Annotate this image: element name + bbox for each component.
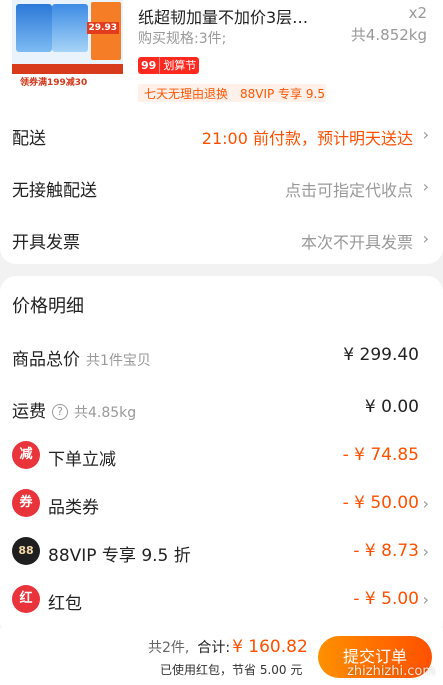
- thumb-ribbon: [12, 64, 123, 74]
- redpacket-label: 红包: [48, 594, 82, 614]
- contactless-label: 无接触配送: [12, 181, 97, 201]
- total-amount: ¥ 299.40: [343, 345, 419, 365]
- chevron-right-icon: ›: [422, 542, 429, 561]
- coupon-label: 品类券: [48, 498, 99, 518]
- chevron-right-icon: ›: [422, 494, 429, 513]
- product-spec: 购买规格:3件;: [138, 31, 227, 47]
- order-summary-card: 29.93 领券满199减30 纸超韧加量不加价3层… x2 购买规格:3件; …: [0, 0, 443, 264]
- total-label: 合计:: [197, 640, 231, 656]
- invoice-label: 开具发票: [12, 233, 80, 253]
- chevron-right-icon: ›: [422, 125, 429, 144]
- vip-88-icon: 88: [12, 537, 40, 565]
- tag-return: 七天无理由退换: [144, 86, 229, 101]
- invoice-value: 本次不开具发票: [300, 233, 413, 252]
- chevron-right-icon: ›: [422, 229, 429, 248]
- product-title[interactable]: 纸超韧加量不加价3层…: [138, 4, 308, 28]
- promo-badge: 99 划算节: [138, 57, 200, 74]
- delivery-row[interactable]: 配送 21:00 前付款，预计明天送达 ›: [0, 116, 443, 156]
- coupon-amount: - ¥ 50.00: [342, 493, 419, 513]
- product-quantity: x2: [408, 4, 427, 22]
- total-amount: ¥ 160.82: [232, 637, 308, 657]
- total-label: 商品总价 共1件宝贝: [12, 350, 151, 370]
- contactless-value: 点击可指定代收点: [284, 181, 413, 200]
- invoice-row[interactable]: 开具发票 本次不开具发票 ›: [0, 220, 443, 260]
- checkout-bar: 共2件, 合计: ¥ 160.82 已使用红包，节省 5.00 元 提交订单 zhi…: [0, 628, 443, 685]
- tag-vip: 88VIP 专享 9.5 折: [240, 86, 326, 101]
- delivery-label: 配送: [12, 129, 46, 149]
- contactless-row[interactable]: 无接触配送 点击可指定代收点 ›: [0, 168, 443, 208]
- coupon-row[interactable]: 券 品类券 - ¥ 50.00 ›: [0, 486, 443, 522]
- thumb-coupon-banner: 领券满199减30: [12, 74, 123, 92]
- delivery-value: 21:00 前付款，预计明天送达: [201, 129, 413, 148]
- redpacket-icon: 红: [12, 585, 40, 613]
- badge-festival: 划算节: [159, 57, 200, 74]
- product-pack-image: [16, 4, 52, 52]
- discount-icon: 减: [12, 441, 40, 469]
- item-count: 共2件,: [148, 640, 190, 656]
- total-row: 商品总价 共1件宝贝 ¥ 299.40: [0, 338, 443, 374]
- saved-note: 已使用红包，节省 5.00 元: [160, 663, 303, 677]
- service-tags: 七天无理由退换 88VIP 专享 9.5 折: [138, 84, 326, 102]
- product-thumbnail[interactable]: 29.93 领券满199减30: [12, 0, 123, 92]
- section-title: 价格明细: [12, 296, 84, 317]
- discount-label: 下单立减: [48, 450, 116, 470]
- chevron-right-icon: ›: [422, 590, 429, 609]
- freight-sub: 共4.85kg: [74, 405, 137, 421]
- freight-amount: ¥ 0.00: [364, 397, 419, 417]
- vip-label: 88VIP 专享 9.5 折: [48, 546, 191, 566]
- coupon-icon: 券: [12, 489, 40, 517]
- discount-amount: - ¥ 74.85: [342, 445, 419, 465]
- badge-99: 99: [138, 57, 160, 74]
- redpacket-amount: - ¥ 5.00: [353, 589, 419, 609]
- product-pack-image: [52, 4, 88, 52]
- discount-row: 减 下单立减 - ¥ 74.85: [0, 438, 443, 474]
- help-icon[interactable]: ?: [52, 404, 68, 420]
- freight-row: 运费? 共4.85kg ¥ 0.00: [0, 390, 443, 426]
- checkout-summary: 共2件, 合计: ¥ 160.82: [148, 637, 308, 657]
- vip-row[interactable]: 88 88VIP 专享 9.5 折 - ¥ 8.73 ›: [0, 534, 443, 570]
- watermark: zhizhizhi.com: [347, 664, 435, 679]
- product-weight: 共4.852kg: [350, 26, 427, 44]
- redpacket-row[interactable]: 红 红包 - ¥ 5.00 ›: [0, 582, 443, 618]
- price-detail-card: 价格明细 商品总价 共1件宝贝 ¥ 299.40 运费? 共4.85kg ¥ 0.0…: [0, 276, 443, 638]
- chevron-right-icon: ›: [422, 177, 429, 196]
- total-sub: 共1件宝贝: [86, 353, 151, 369]
- vip-amount: - ¥ 8.73: [353, 541, 419, 561]
- freight-label: 运费? 共4.85kg: [12, 402, 137, 422]
- thumb-price: 29.93: [86, 22, 119, 34]
